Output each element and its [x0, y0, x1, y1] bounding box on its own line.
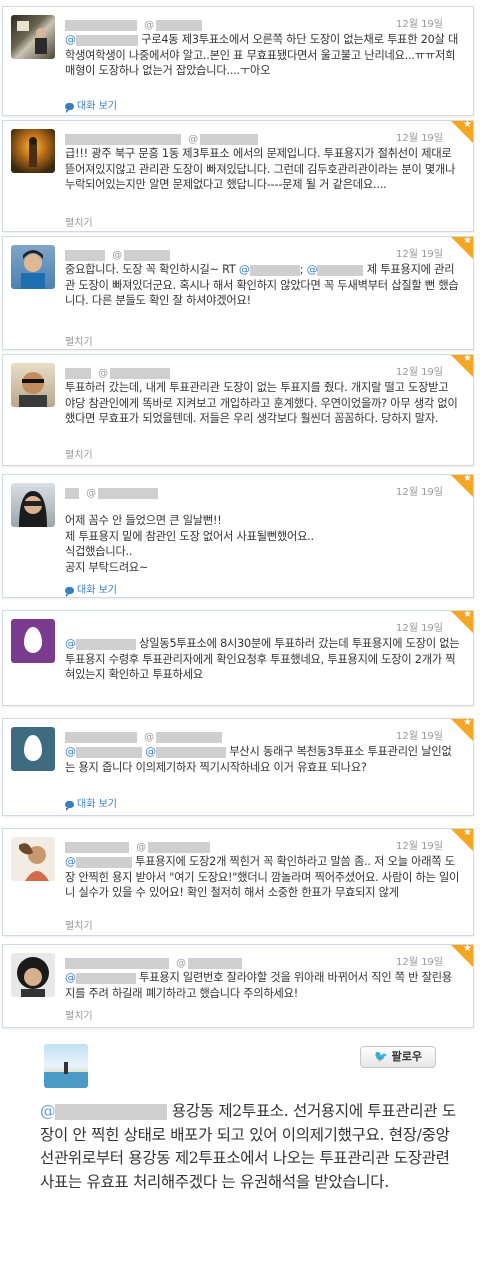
conversation-icon — [65, 102, 74, 113]
timestamp[interactable]: 12월 19일 — [396, 953, 443, 968]
tweet-card[interactable]: ★ @ 12월 19일 어제 꼼수 안 들었으면 큰 일날뻔!! 제 투표용지 … — [2, 473, 474, 598]
view-conversation-link[interactable]: 대화 보기 — [65, 581, 117, 597]
view-conversation-link[interactable]: 대화 보기 — [65, 795, 117, 811]
avatar-photo — [29, 137, 37, 167]
default-egg-avatar — [11, 727, 55, 771]
embedded-tweet: 🐦 팔로우 @ 용강동 제2투표소. 선거용지에 투표관리관 도장이 안 찍힌 상… — [0, 1032, 480, 1263]
twitter-bird-icon: 🐦 — [373, 1050, 388, 1063]
conversation-icon — [65, 800, 74, 811]
tweet-meta: @ 12월 19일 — [65, 483, 443, 499]
username-redacted — [98, 488, 159, 499]
tweet-card[interactable]: ★ @ 12월 19일 투표하러 갔는데, 내게 투표관리관 도장이 없는 투표… — [2, 353, 474, 466]
display-name-redacted — [65, 134, 181, 145]
tweet-meta: @ 12월 19일 — [65, 15, 443, 31]
tweet-card[interactable]: ★ @ 12월 19일 중요합니다. 도장 꼭 확인하시길~ RT @; @ 제… — [2, 235, 474, 350]
avatar[interactable] — [11, 15, 55, 59]
display-name-redacted — [65, 20, 137, 31]
timestamp[interactable]: 12월 19일 — [396, 129, 443, 144]
display-name-redacted — [65, 732, 137, 743]
tweet-text: @ 구로4동 제3투표소에서 오른쪽 하단 도장이 없는채로 투표한 20살 대… — [65, 33, 459, 77]
avatar[interactable] — [11, 483, 55, 527]
username-redacted — [148, 842, 211, 853]
star-icon: ★ — [463, 235, 472, 246]
avatar-photo — [19, 372, 47, 407]
star-icon: ★ — [463, 473, 472, 484]
username-redacted — [156, 732, 223, 743]
tweet-card[interactable]: ★ @ 12월 19일 @ 투표용지에 도장2개 찍힌거 꼭 확인하라고 말씀 … — [2, 827, 474, 936]
timestamp[interactable]: 12월 19일 — [396, 245, 443, 260]
expand-link[interactable]: 펼치기 — [65, 917, 93, 932]
display-name-redacted — [65, 368, 91, 379]
avatar-photo — [44, 1062, 88, 1088]
avatar[interactable] — [11, 727, 55, 771]
conversation-icon — [65, 586, 74, 597]
username-redacted — [110, 368, 171, 379]
username-redacted — [156, 20, 203, 31]
avatar[interactable] — [11, 953, 55, 997]
tweet-meta: 12월 19일 — [65, 619, 443, 634]
tweet-meta: @ 12월 19일 — [65, 245, 443, 261]
tweet-card[interactable]: ★ @ 12월 19일 @ 투표용지 일련번호 잘라야할 것을 위아래 바뀌어서… — [2, 943, 474, 1028]
avatar[interactable] — [44, 1044, 88, 1088]
username-redacted — [200, 134, 259, 145]
display-name-redacted — [65, 958, 169, 969]
username-redacted — [124, 250, 171, 261]
avatar[interactable] — [11, 129, 55, 173]
star-icon: ★ — [463, 943, 472, 954]
timestamp[interactable]: 12월 19일 — [396, 619, 443, 634]
star-icon: ★ — [463, 119, 472, 130]
tweet-text: @ 상일동5투표소에 8시30분에 투표하러 갔는데 투표용지에 도장이 없는 … — [65, 637, 460, 681]
display-name-redacted — [65, 842, 129, 853]
tweet-text: 어제 꼼수 안 들었으면 큰 일날뻔!! 제 투표용지 밑에 참관인 도장 없어… — [65, 514, 314, 574]
display-name-redacted — [65, 488, 79, 499]
expand-link[interactable]: 펼치기 — [65, 446, 93, 461]
expand-link[interactable]: 펼치기 — [65, 214, 93, 229]
tweet-card[interactable]: ★ @ 12월 19일 @ @ 부산시 동래구 복천동3투표소 투표관리인 날인… — [2, 717, 474, 816]
timestamp[interactable]: 12월 19일 — [396, 15, 443, 30]
tweet-meta: @ 12월 19일 — [65, 363, 443, 379]
star-icon: ★ — [463, 827, 472, 838]
avatar-photo — [21, 250, 45, 289]
tweet-text: 투표하러 갔는데, 내게 투표관리관 도장이 없는 투표지를 줬다. 개지랄 떨… — [65, 381, 458, 425]
view-conversation-link[interactable]: 대화 보기 — [65, 97, 117, 113]
tweet-text: @ @ 부산시 동래구 복천동3투표소 투표관리인 날인없는 용지 줍니다 이의… — [65, 745, 452, 774]
tweet-text: @ 투표용지에 도장2개 찍힌거 꼭 확인하라고 말씀 좀.. 저 오늘 아래쪽… — [65, 855, 460, 899]
tweet-meta: @ 12월 19일 — [65, 727, 443, 743]
default-egg-avatar — [11, 619, 55, 663]
avatar[interactable] — [11, 245, 55, 289]
avatar[interactable] — [11, 619, 55, 663]
embedded-tweet-text: @ 용강동 제2투표소. 선거용지에 투표관리관 도장이 안 찍힌 상태로 배포… — [40, 1102, 456, 1191]
tweet-card[interactable]: ★ 12월 19일 @ 상일동5투표소에 8시30분에 투표하러 갔는데 투표용… — [2, 609, 474, 706]
tweet-meta: @ 12월 19일 — [65, 837, 443, 853]
tweet-meta: @ 12월 19일 — [65, 129, 443, 145]
avatar[interactable] — [11, 363, 55, 407]
star-icon: ★ — [463, 353, 472, 364]
tweet-text: @ 투표용지 일련번호 잘라야할 것을 위아래 바뀌어서 직인 쪽 반 잘린용지… — [65, 971, 452, 1000]
display-name-redacted — [65, 250, 105, 261]
timestamp[interactable]: 12월 19일 — [396, 837, 443, 852]
timestamp[interactable]: 12월 19일 — [396, 727, 443, 742]
expand-link[interactable]: 펼치기 — [65, 333, 93, 348]
avatar-photo — [17, 21, 47, 54]
avatar-photo — [17, 957, 49, 997]
timestamp[interactable]: 12월 19일 — [396, 363, 443, 378]
tweet-text: 급!!! 광주 북구 문흥 1동 제3투표소 에서의 문제입니다. 투표용지가 … — [65, 147, 456, 191]
avatar-photo — [19, 491, 47, 527]
tweet-card[interactable]: @ 12월 19일 @ 구로4동 제3투표소에서 오른쪽 하단 도장이 없는채로… — [2, 6, 474, 116]
username-redacted — [188, 958, 243, 969]
tweet-meta: @ 12월 19일 — [65, 953, 443, 969]
avatar-photo — [19, 843, 49, 881]
tweet-text: 중요합니다. 도장 꼭 확인하시길~ RT @; @ 제 투표용지에 관리관 도… — [65, 263, 459, 307]
follow-button[interactable]: 🐦 팔로우 — [360, 1046, 436, 1068]
avatar[interactable] — [11, 837, 55, 881]
tweet-card[interactable]: ★ @ 12월 19일 급!!! 광주 북구 문흥 1동 제3투표소 에서의 문… — [2, 119, 474, 232]
star-icon: ★ — [463, 609, 472, 620]
timestamp[interactable]: 12월 19일 — [396, 483, 443, 498]
expand-link[interactable]: 펼치기 — [65, 1007, 93, 1022]
star-icon: ★ — [463, 717, 472, 728]
